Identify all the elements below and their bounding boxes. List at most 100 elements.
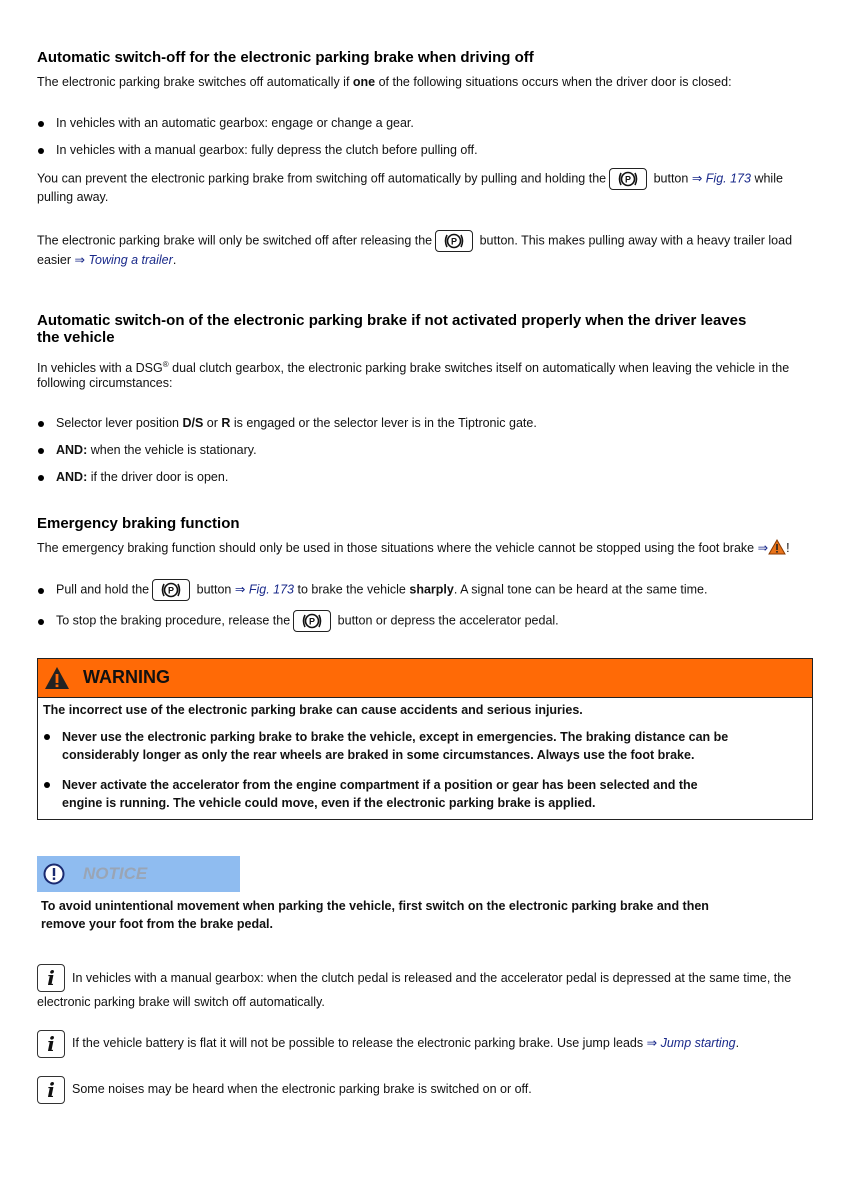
bullet-icon: [38, 475, 44, 481]
text: button: [196, 582, 232, 597]
list-item-text: AND: if the driver door is open.: [56, 468, 228, 487]
bullet-icon: [38, 421, 44, 427]
warning-triangle-icon: [45, 667, 69, 689]
text: .: [735, 1036, 740, 1050]
warning-list-text: Never activate the accelerator from the …: [62, 776, 698, 812]
text: If the vehicle battery is flat it will n…: [72, 1036, 644, 1050]
section-heading-emergency-braking: Emergency braking function: [37, 515, 240, 532]
parking-brake-icon: P: [444, 233, 464, 249]
bullet-icon: [44, 782, 50, 788]
text: engine is running. The vehicle could mov…: [62, 796, 596, 810]
text: dual clutch gearbox, the electronic park…: [168, 361, 790, 376]
info-icon: i: [37, 1076, 65, 1104]
info-glyph: i: [47, 1032, 55, 1056]
emphasis: D/S: [182, 416, 204, 430]
parking-brake-icon: P: [618, 171, 638, 187]
text: is engaged or the selector lever is in t…: [230, 416, 537, 430]
arrow-icon: ⇒: [646, 1036, 658, 1050]
info-icon: i: [37, 1030, 65, 1058]
parking-brake-icon: P: [161, 582, 181, 598]
notice-title: NOTICE: [83, 864, 148, 883]
text: Never activate the accelerator from the …: [62, 778, 698, 792]
section-heading-switch-off: Automatic switch-off for the electronic …: [37, 49, 534, 66]
text: if the driver door is open.: [87, 470, 229, 484]
towing-a-trailer-link[interactable]: Towing a trailer: [89, 253, 173, 267]
arrow-icon: ⇒: [757, 541, 769, 555]
section-intro-continued: following circumstances:: [37, 376, 173, 390]
info-icon: i: [37, 964, 65, 992]
paragraph: You can prevent the electronic parking b…: [37, 168, 783, 190]
text: considerably longer as only the rear whe…: [62, 748, 695, 762]
warning-lead: The incorrect use of the electronic park…: [43, 703, 583, 717]
bullet-icon: [38, 448, 44, 454]
info-note-text: Some noises may be heard when the electr…: [72, 1082, 532, 1096]
text: while: [754, 171, 783, 186]
text: button: [653, 171, 689, 186]
text: of the following situations occurs when …: [375, 75, 732, 89]
bullet-icon: [44, 734, 50, 740]
text: remove your foot from the brake pedal.: [41, 917, 273, 931]
paragraph: The electronic parking brake will only b…: [37, 230, 792, 252]
arrow-icon: ⇒: [234, 582, 246, 597]
section-intro: The electronic parking brake switches of…: [37, 73, 732, 92]
list-item-text: In vehicles with an automatic gearbox: e…: [56, 116, 414, 130]
notice-text: To avoid unintentional movement when par…: [41, 897, 709, 933]
list-item-text: Selector lever position D/S or R is enga…: [56, 414, 537, 433]
parking-brake-button-symbol: P: [152, 579, 191, 601]
text: To stop the braking procedure, release t…: [56, 613, 291, 628]
text: The electronic parking brake will only b…: [37, 233, 433, 248]
fig-173-link[interactable]: Fig. 173: [249, 582, 294, 596]
warning-title: WARNING: [83, 667, 170, 687]
list-item-text: AND: when the vehicle is stationary.: [56, 441, 257, 460]
emphasis: sharply: [409, 582, 454, 597]
fig-173-link[interactable]: Fig. 173: [706, 171, 751, 185]
parking-brake-button-symbol: P: [609, 168, 648, 190]
arrow-icon: ⇒: [691, 171, 703, 186]
parking-brake-icon: P: [302, 613, 322, 629]
list-item-text: Pull and hold the P button ⇒ Fig. 173 to …: [56, 579, 707, 601]
text: to brake the vehicle: [294, 582, 410, 597]
text: easier: [37, 253, 72, 267]
arrow-icon: ⇒: [74, 253, 86, 267]
notice-header: NOTICE: [37, 856, 240, 892]
warning-triangle-link-icon[interactable]: [768, 538, 786, 555]
info-note-text: If the vehicle battery is flat it will n…: [72, 1034, 739, 1053]
text: when the vehicle is stationary.: [87, 443, 257, 457]
info-glyph: i: [47, 1078, 55, 1102]
list-item-text: To stop the braking procedure, release t…: [56, 610, 559, 632]
text: . A signal tone can be heard at the same…: [453, 582, 708, 597]
svg-text:P: P: [625, 175, 631, 185]
section-intro: The emergency braking function should on…: [37, 538, 790, 558]
text: You can prevent the electronic parking b…: [37, 171, 607, 186]
section-heading-switch-on: Automatic switch-on of the electronic pa…: [37, 312, 746, 346]
parking-brake-button-symbol: P: [293, 610, 332, 632]
text: !: [786, 541, 790, 555]
emphasis: AND:: [56, 470, 88, 484]
text: Never use the electronic parking brake t…: [62, 730, 729, 744]
heading-line: the vehicle: [37, 329, 115, 346]
warning-box: WARNING The incorrect use of the electro…: [37, 658, 813, 820]
paragraph-continued: easier ⇒ Towing a trailer.: [37, 251, 176, 270]
text: The emergency braking function should on…: [37, 541, 755, 555]
bullet-icon: [38, 588, 44, 594]
text: Pull and hold the: [56, 582, 150, 597]
text: The electronic parking brake switches of…: [37, 75, 353, 89]
text: button or depress the accelerator pedal.: [337, 613, 559, 628]
bullet-icon: [38, 619, 44, 625]
svg-text:P: P: [309, 617, 315, 627]
svg-text:P: P: [168, 586, 174, 596]
text: button. This makes pulling away with a h…: [479, 233, 793, 248]
warning-header: WARNING: [38, 659, 812, 698]
warning-list-text: Never use the electronic parking brake t…: [62, 728, 728, 764]
bullet-icon: [38, 148, 44, 154]
info-note-text: In vehicles with a manual gearbox: when …: [72, 971, 792, 985]
info-note-text-continued: electronic parking brake will switch off…: [37, 995, 325, 1009]
list-item-text: In vehicles with a manual gearbox: fully…: [56, 143, 478, 157]
text: Selector lever position: [56, 416, 183, 430]
text: To avoid unintentional movement when par…: [41, 899, 709, 913]
paragraph-continued: pulling away.: [37, 190, 109, 204]
heading-line: Automatic switch-on of the electronic pa…: [37, 312, 747, 329]
text: or: [203, 416, 222, 430]
jump-starting-link[interactable]: Jump starting: [661, 1036, 736, 1050]
svg-text:P: P: [451, 237, 457, 247]
